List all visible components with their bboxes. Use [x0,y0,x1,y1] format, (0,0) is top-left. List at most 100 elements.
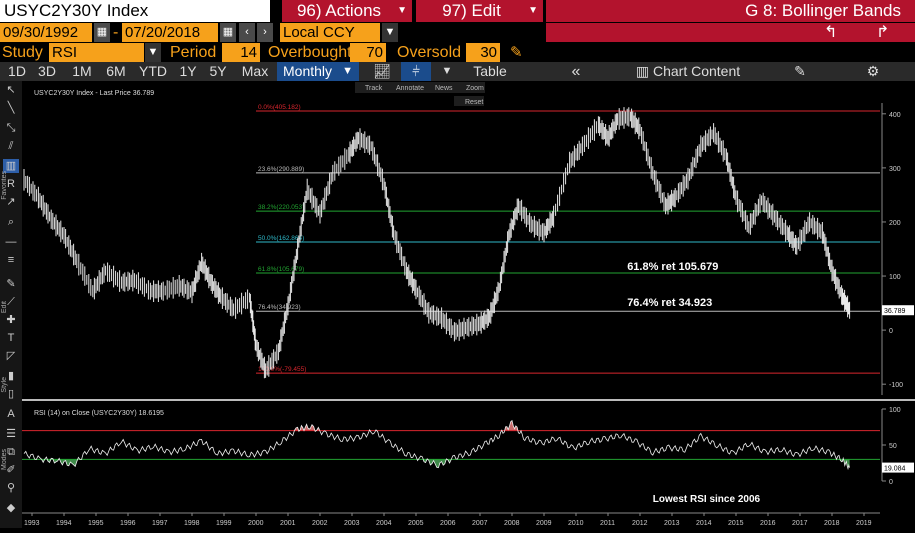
redo-icon[interactable]: ↱ [876,23,889,42]
mode-tool-icon[interactable]: ◆ [3,501,19,515]
rsi-y-tick-label: 100 [889,407,901,414]
period-3d[interactable]: 3D [34,62,60,81]
shape-tool-icon[interactable]: ◸ [3,349,19,363]
pen-tool-icon[interactable]: ✎ [3,277,19,291]
period-1m[interactable]: 1M [67,62,97,81]
font-tool-icon[interactable]: A [3,407,19,421]
horizontal-line-icon[interactable]: — [3,235,19,249]
pencil-icon[interactable]: ✎ [510,43,523,62]
chevron-down-icon[interactable]: ▼ [382,23,398,42]
last-price-tag: 36.789 [884,308,906,315]
title-bar: USYC2Y30Y Index 96) Actions ▼ 97) Edit ▼… [0,0,915,22]
x-tick-label: 2009 [536,520,552,527]
price-legend: USYC2Y30Y Index - Last Price 36.789 [34,90,154,97]
study-bar: Study RSI ▼ Period 14 Overbought 70 Over… [0,43,915,62]
chart-content-button[interactable]: ▥ Chart Content [628,62,748,81]
mode-tool-icon[interactable]: ⚲ [3,481,19,495]
period-max[interactable]: Max [238,62,272,81]
edit-chart-icon[interactable]: ✎ [790,62,810,81]
frequency-dropdown[interactable]: Monthly ▼ [277,62,359,81]
period-field[interactable]: 14 [222,43,260,62]
undo-icon[interactable]: ↰ [824,23,837,42]
chevron-down-icon: ▼ [528,5,538,16]
period-label: Period [170,44,217,61]
line-chart-icon[interactable]: 📈︎ [372,62,392,81]
x-tick-label: 2017 [792,520,808,527]
period-ytd[interactable]: YTD [136,62,170,81]
period-5y[interactable]: 5Y [205,62,231,81]
cross-tool-icon[interactable]: ✚ [3,313,19,327]
period-1y[interactable]: 1Y [175,62,201,81]
rsi-last-tag: 19.084 [884,466,906,473]
chevron-down-icon: ▼ [342,65,353,77]
overbought-field[interactable]: 70 [350,43,386,62]
bands-tool-icon[interactable]: ≡ [3,253,19,267]
calendar-icon[interactable]: ▦ [94,23,110,42]
trend-tool-icon[interactable]: ⤡ [3,121,19,135]
overbought-label: Overbought [268,44,352,61]
annotation-76-4: 76.4% ret 34.923 [627,297,712,309]
end-date-field[interactable]: 07/20/2018 [122,23,218,42]
price-y-tick-label: 0 [889,328,893,335]
study-field[interactable]: RSI [49,43,144,62]
x-tick-label: 2003 [344,520,360,527]
x-tick-label: 1998 [184,520,200,527]
reset-button[interactable]: Reset [465,99,483,106]
x-tick-label: 2013 [664,520,680,527]
channel-tool-icon[interactable]: ⫽ [3,139,19,153]
x-tick-label: 2014 [696,520,712,527]
oversold-field[interactable]: 30 [466,43,500,62]
function-title: G 8: Bollinger Bands [546,0,915,22]
x-tick-label: 1995 [88,520,104,527]
annotation-61-8: 61.8% ret 105.679 [627,261,718,273]
frequency-label: Monthly [283,63,333,79]
x-tick-label: 2019 [856,520,872,527]
list-tool-icon[interactable]: ☰ [3,427,19,441]
x-tick-label: 2016 [760,520,776,527]
price-y-tick-label: 300 [889,166,901,173]
chevron-down-icon[interactable]: ▼ [145,43,161,62]
collapse-button[interactable]: « [564,62,588,81]
text-tool-icon[interactable]: T [3,331,19,345]
next-period-icon[interactable]: › [257,23,273,42]
prev-period-icon[interactable]: ‹ [239,23,255,42]
chart-svg[interactable]: Track Annotate News Zoom Reset USYC2Y30Y… [22,81,915,528]
ticker-field[interactable]: USYC2Y30Y Index [0,0,270,22]
nav-bar: ↰ ↱ [546,23,915,42]
rsi-y-tick-label: 0 [889,479,893,486]
period-6m[interactable]: 6M [101,62,131,81]
zoom-tool-icon[interactable]: ⌕ [3,215,19,229]
chevron-down-icon: ▼ [397,5,407,16]
currency-field[interactable]: Local CCY [280,23,380,42]
favorites-label: Favorites [1,171,8,200]
x-tick-label: 2018 [824,520,840,527]
date-range-bar: 09/30/1992 ▦ - 07/20/2018 ▦ ‹ › Local CC… [0,22,915,43]
start-date-field[interactable]: 09/30/1992 [0,23,92,42]
edit-side-label: Edit [1,301,8,314]
fib-level-label: 61.8%(105.679) [258,266,304,273]
news-button[interactable]: News [435,85,453,92]
zoom-button[interactable]: Zoom [466,85,484,92]
gear-icon[interactable]: ⚙ [863,62,883,81]
chart-area[interactable]: Track Annotate News Zoom Reset USYC2Y30Y… [22,81,915,528]
x-tick-label: 2010 [568,520,584,527]
table-button[interactable]: Table [465,62,515,81]
price-y-tick-label: 200 [889,220,901,227]
line-tool-icon[interactable]: ╲ [3,101,19,115]
price-y-tick-label: 100 [889,274,901,281]
candle-chart-icon[interactable]: ⫩ [401,62,431,81]
x-tick-label: 2002 [312,520,328,527]
cursor-icon[interactable]: ↖ [3,83,19,97]
rsi-y-tick-label: 50 [889,443,897,450]
x-tick-label: 2012 [632,520,648,527]
fib-level-label: 23.6%(290.889) [258,166,304,173]
annotate-button[interactable]: Annotate [396,85,424,92]
chevron-down-icon[interactable]: ▼ [437,62,457,81]
edit-menu[interactable]: 97) Edit ▼ [416,0,543,22]
actions-menu[interactable]: 96) Actions ▼ [282,0,412,22]
calendar-icon[interactable]: ▦ [220,23,236,42]
track-button[interactable]: Track [365,85,383,92]
period-1d[interactable]: 1D [4,62,30,81]
rsi-legend: RSI (14) on Close (USYC2Y30Y) 18.6195 [34,410,164,417]
chart-content-icon: ▥ [635,63,650,79]
